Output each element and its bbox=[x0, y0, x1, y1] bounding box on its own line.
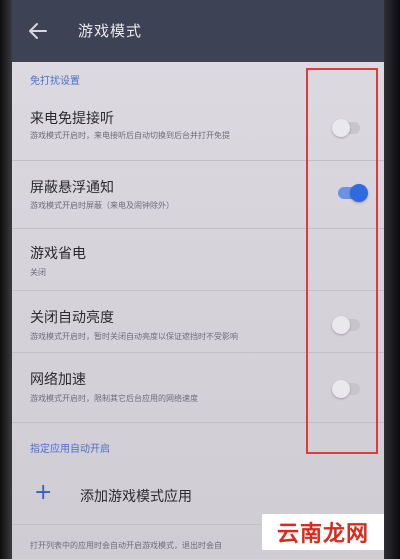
setting-title: 屏蔽悬浮通知 bbox=[30, 180, 114, 196]
section-header-auto-launch: 指定应用自动开启 bbox=[30, 444, 110, 455]
toggle-highlight-annotation bbox=[306, 68, 378, 454]
page-title: 游戏模式 bbox=[78, 22, 143, 40]
setting-description: 关闭 bbox=[30, 268, 46, 277]
footer-description: 打开列表中的应用时会自动开启游戏模式，退出时会自 bbox=[30, 541, 222, 550]
add-game-app-label: 添加游戏模式应用 bbox=[80, 489, 192, 505]
watermark-logo: 云南龙网 bbox=[262, 514, 384, 550]
settings-content: 免打扰设置 来电免提接听 游戏模式开启时，来电接听后自动切换到后台并打开免提 屏… bbox=[12, 62, 384, 559]
arrow-left-icon[interactable] bbox=[28, 22, 48, 40]
phone-bezel-right bbox=[384, 0, 400, 559]
section-header-no-disturb: 免打扰设置 bbox=[30, 76, 80, 87]
setting-title: 网络加速 bbox=[30, 372, 86, 388]
setting-title: 关闭自动亮度 bbox=[30, 310, 114, 326]
add-game-app-row[interactable]: + 添加游戏模式应用 bbox=[12, 470, 384, 520]
setting-description: 游戏模式开启时屏蔽（来电及闹钟除外） bbox=[30, 201, 174, 210]
setting-title: 游戏省电 bbox=[30, 246, 86, 262]
setting-description: 游戏模式开启时，限制其它后台应用的网络速度 bbox=[30, 394, 198, 403]
plus-icon: + bbox=[34, 480, 53, 505]
setting-title: 来电免提接听 bbox=[30, 111, 114, 127]
setting-description: 游戏模式开启时，暂时关闭自动亮度以保证遮挡时不受影响 bbox=[30, 332, 238, 341]
phone-bezel-left bbox=[0, 0, 12, 559]
app-bar: 游戏模式 bbox=[12, 0, 384, 62]
setting-description: 游戏模式开启时，来电接听后自动切换到后台并打开免提 bbox=[30, 131, 230, 140]
phone-screen: 游戏模式 免打扰设置 来电免提接听 游戏模式开启时，来电接听后自动切换到后台并打… bbox=[12, 0, 384, 559]
